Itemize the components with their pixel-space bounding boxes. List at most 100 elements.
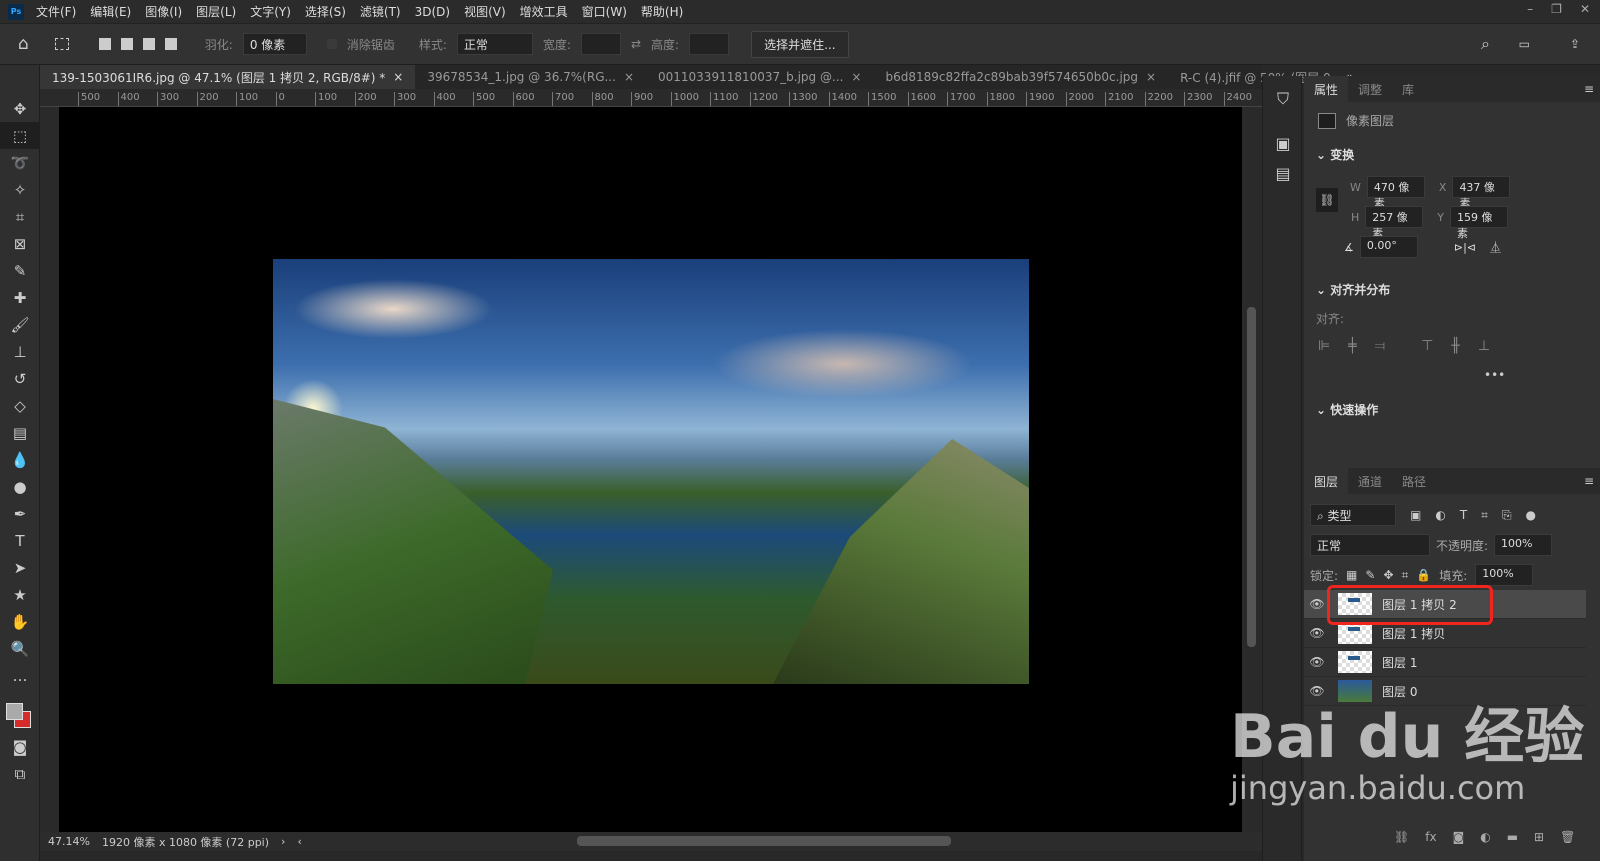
filter-pixel-icon[interactable]: ▣ [1410, 508, 1421, 522]
search-icon[interactable]: ⌕ [1481, 34, 1490, 54]
transform-section-header[interactable]: ⌄ 变换 [1316, 146, 1354, 163]
hand-tool-icon[interactable]: ✋ [0, 608, 40, 635]
zoom-tool-icon[interactable]: 🔍 [0, 635, 40, 662]
delete-layer-icon[interactable]: 🗑 [1560, 830, 1575, 844]
new-selection-icon[interactable] [98, 38, 111, 50]
doc-tab[interactable]: 139-1503061IR6.jpg @ 47.1% (图层 1 拷贝 2, R… [40, 65, 416, 89]
menu-plugins[interactable]: 增效工具 [520, 3, 568, 20]
lock-transparency-icon[interactable]: ▦ [1346, 568, 1357, 582]
intersect-selection-icon[interactable] [164, 38, 177, 50]
filter-toggle-icon[interactable]: ● [1526, 508, 1536, 522]
close-tab-icon[interactable]: × [393, 70, 403, 84]
minimize-icon[interactable]: – [1527, 2, 1533, 16]
filter-shape-icon[interactable]: ⌗ [1481, 508, 1488, 523]
eraser-tool-icon[interactable]: ◇ [0, 392, 40, 419]
menu-view[interactable]: 视图(V) [464, 3, 506, 20]
panel-menu-icon[interactable]: ≡ [1584, 474, 1594, 488]
character-panel-icon[interactable]: ▣ [1263, 128, 1303, 158]
align-left-icon[interactable]: ⊫ [1318, 338, 1330, 354]
align-hcenter-icon[interactable]: ╪ [1348, 338, 1356, 354]
color-swatches[interactable] [0, 689, 39, 733]
height-field[interactable]: 257 像素 [1365, 206, 1424, 240]
menu-edit[interactable]: 编辑(E) [90, 3, 131, 20]
tab-libraries[interactable]: 库 [1392, 76, 1424, 102]
menu-file[interactable]: 文件(F) [36, 3, 76, 20]
new-group-icon[interactable]: ▬ [1507, 830, 1518, 844]
filter-type-icon[interactable]: T [1460, 508, 1467, 522]
dodge-tool-icon[interactable]: ● [0, 473, 40, 500]
align-bottom-icon[interactable]: ⊥ [1478, 338, 1490, 354]
width-field[interactable]: 470 像素 [1366, 176, 1425, 210]
layer-row[interactable]: 👁 图层 1 [1304, 648, 1586, 677]
close-icon[interactable]: ✕ [1580, 2, 1590, 16]
lock-position-icon[interactable]: ✥ [1383, 568, 1393, 582]
close-tab-icon[interactable]: × [624, 70, 634, 84]
visibility-eye-icon[interactable]: 👁 [1304, 684, 1330, 698]
align-top-icon[interactable]: ⊤ [1421, 338, 1433, 354]
visibility-eye-icon[interactable]: 👁 [1304, 655, 1330, 669]
x-field[interactable]: 437 像素 [1452, 176, 1511, 210]
lock-artboard-icon[interactable]: ⌗ [1402, 568, 1409, 583]
tab-layers[interactable]: 图层 [1304, 468, 1349, 494]
angle-field[interactable]: 0.00° [1359, 236, 1418, 258]
crop-tool-icon[interactable]: ⌗ [0, 203, 40, 230]
flip-horizontal-icon[interactable]: ⊳|⊲ [1454, 241, 1476, 254]
antialias-checkbox[interactable] [326, 39, 337, 49]
visibility-eye-icon[interactable]: 👁 [1304, 626, 1330, 640]
lock-pixels-icon[interactable]: ✎ [1365, 568, 1375, 582]
doc-tab[interactable]: 0011033911810037_b.jpg @... × [646, 65, 873, 89]
chevron-left-icon[interactable]: ‹ [297, 835, 301, 848]
add-selection-icon[interactable] [120, 38, 133, 50]
stamp-tool-icon[interactable]: ⊥ [0, 338, 40, 365]
share-icon[interactable]: ⇪ [1570, 37, 1580, 51]
screen-mode-icon[interactable]: ⧉ [0, 760, 40, 787]
doc-tab[interactable]: 39678534_1.jpg @ 36.7%(RG... × [415, 65, 646, 89]
chevron-right-icon[interactable]: › [281, 835, 285, 848]
feather-input[interactable]: 0 像素 [242, 33, 307, 55]
workspace-icon[interactable]: ▭ [1519, 37, 1530, 51]
notes-icon[interactable]: ▤ [1263, 158, 1303, 188]
horizontal-scrollbar[interactable] [577, 836, 951, 846]
clone-source-icon[interactable]: ⛉ [1263, 84, 1303, 114]
align-section-header[interactable]: ⌄ 对齐并分布 [1316, 281, 1390, 298]
panel-menu-icon[interactable]: ≡ [1584, 82, 1594, 96]
brush-tool-icon[interactable]: 🖌 [0, 311, 40, 338]
magic-wand-tool-icon[interactable]: ✧ [0, 176, 40, 203]
tab-channels[interactable]: 通道 [1348, 468, 1392, 494]
blur-tool-icon[interactable]: 💧 [0, 446, 40, 473]
filter-smart-object-icon[interactable]: ⎘ [1502, 508, 1512, 523]
layer-filter-select[interactable]: ⌕ 类型 [1310, 504, 1396, 526]
shape-tool-icon[interactable]: ★ [0, 581, 40, 608]
menu-filter[interactable]: 滤镜(T) [360, 3, 401, 20]
link-layers-icon[interactable]: ⛓ [1394, 830, 1409, 844]
frame-tool-icon[interactable]: ⊠ [0, 230, 40, 257]
menu-3d[interactable]: 3D(D) [415, 5, 450, 19]
tab-paths[interactable]: 路径 [1392, 468, 1436, 494]
menu-layer[interactable]: 图层(L) [196, 3, 236, 20]
width-input[interactable] [580, 33, 621, 55]
new-layer-icon[interactable]: ⊞ [1534, 830, 1544, 844]
more-tools-icon[interactable]: … [0, 662, 40, 689]
marquee-tool-preset-icon[interactable] [54, 38, 69, 50]
tab-adjustments[interactable]: 调整 [1348, 76, 1392, 102]
lock-all-icon[interactable]: 🔒 [1416, 568, 1431, 582]
align-vcenter-icon[interactable]: ╫ [1451, 338, 1459, 354]
height-input[interactable] [689, 33, 730, 55]
opacity-field[interactable]: 100% [1494, 534, 1553, 556]
style-select[interactable]: 正常 [456, 33, 533, 55]
quick-actions-header[interactable]: ⌄ 快速操作 [1316, 401, 1378, 418]
path-selection-icon[interactable]: ➤ [0, 554, 40, 581]
menu-window[interactable]: 窗口(W) [582, 3, 627, 20]
zoom-level[interactable]: 47.14% [48, 835, 90, 848]
menu-help[interactable]: 帮助(H) [641, 3, 683, 20]
close-tab-icon[interactable]: × [1146, 70, 1156, 84]
menu-image[interactable]: 图像(I) [145, 3, 182, 20]
doc-tab[interactable]: b6d8189c82ffa2c89bab39f574650b0c.jpg × [873, 65, 1168, 89]
healing-tool-icon[interactable]: ✚ [0, 284, 40, 311]
menu-type[interactable]: 文字(Y) [250, 3, 291, 20]
fill-field[interactable]: 100% [1475, 564, 1534, 586]
subtract-selection-icon[interactable] [142, 38, 155, 50]
quick-mask-icon[interactable]: ◙ [0, 733, 40, 760]
filter-adjustment-icon[interactable]: ◐ [1435, 508, 1445, 522]
more-options-button[interactable]: ••• [1484, 368, 1505, 382]
